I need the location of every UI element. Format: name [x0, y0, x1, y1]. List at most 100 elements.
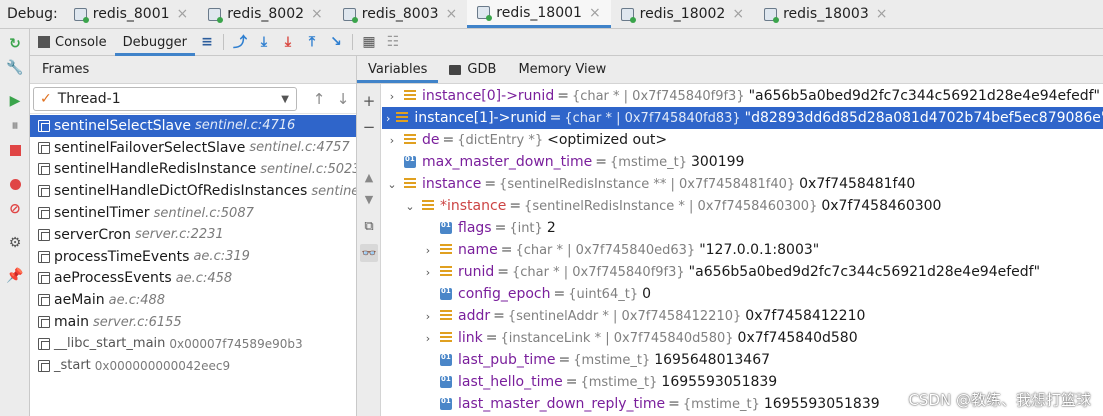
frame-item[interactable]: main server.c:6155: [30, 311, 356, 333]
wrench-icon[interactable]: 🔧: [6, 59, 24, 77]
close-icon[interactable]: ×: [876, 6, 888, 22]
close-icon[interactable]: ×: [177, 6, 189, 22]
expand-arrow-icon[interactable]: ›: [386, 112, 390, 125]
variable-value: 0x7f7458481f40: [799, 176, 916, 192]
variable-row[interactable]: › instance[0]->runid = {char * | 0x7f745840…: [382, 85, 1103, 107]
view-breakpoints-icon[interactable]: [6, 175, 24, 193]
tab-gdb[interactable]: GDB: [438, 56, 507, 83]
layout-icon[interactable]: ☷: [381, 29, 405, 56]
variable-row[interactable]: › instance[1]->runid = {char * | 0x7f745840…: [382, 107, 1103, 129]
debug-label: Debug:: [7, 6, 58, 22]
close-icon[interactable]: ×: [311, 6, 323, 22]
struct-icon: [440, 244, 452, 256]
expand-arrow-icon[interactable]: ›: [422, 244, 434, 257]
variable-type: {char * | 0x7f745840f9f3}: [512, 264, 685, 280]
tab-redis-8002[interactable]: redis_8002 ×: [198, 0, 333, 28]
move-down-icon[interactable]: ▼: [360, 190, 378, 208]
variable-type: {int}: [509, 220, 543, 236]
expand-arrow-icon[interactable]: ›: [422, 310, 434, 323]
frame-item[interactable]: aeMain ae.c:488: [30, 289, 356, 311]
variable-row[interactable]: max_master_down_time={mstime_t}300199: [382, 151, 1103, 173]
add-watch-icon[interactable]: +: [360, 92, 378, 110]
variable-row[interactable]: › de = {dictEntry *} <optimized out>: [382, 129, 1103, 151]
frame-item[interactable]: _start 0x000000000042eec9: [30, 355, 356, 377]
mute-breakpoints-icon[interactable]: ⊘: [6, 200, 24, 218]
tab-redis-8003[interactable]: redis_8003 ×: [333, 0, 468, 28]
frame-item[interactable]: sentinelFailoverSelectSlave sentinel.c:47…: [30, 137, 356, 159]
glasses-icon[interactable]: 👓: [360, 244, 378, 262]
tab-redis-18003[interactable]: redis_18003 ×: [754, 0, 897, 28]
frame-item[interactable]: sentinelHandleRedisInstance sentinel.c:50…: [30, 159, 356, 181]
expand-arrow-icon[interactable]: ›: [386, 90, 398, 103]
variable-value: 2: [546, 220, 556, 236]
step-over-icon[interactable]: ⤓: [252, 29, 276, 56]
rerun-icon[interactable]: ↻: [6, 35, 24, 53]
pause-icon[interactable]: ⏸: [6, 117, 24, 135]
run-to-cursor-icon[interactable]: ↘: [324, 29, 348, 56]
variable-row[interactable]: flags={int}2: [382, 217, 1103, 239]
frame-item[interactable]: __libc_start_main 0x00007f74589e90b3: [30, 333, 356, 355]
expand-arrow-icon[interactable]: ›: [386, 134, 398, 147]
primitive-icon: [404, 155, 416, 168]
variable-row[interactable]: › name = {char * | 0x7f745840ed63} "127.0.0.…: [382, 239, 1103, 261]
variable-row[interactable]: config_epoch={uint64_t}0: [382, 283, 1103, 305]
frame-icon: [38, 250, 50, 263]
down-arrow-icon[interactable]: ↓: [331, 90, 355, 108]
tab-debugger[interactable]: Debugger: [114, 29, 195, 56]
equals-sign: =: [558, 352, 571, 368]
stop-icon[interactable]: [6, 141, 24, 159]
close-icon[interactable]: ×: [446, 6, 458, 22]
remove-watch-icon[interactable]: −: [360, 118, 378, 136]
variable-name: last_master_down_reply_time: [458, 396, 666, 412]
run-config-icon: [208, 7, 224, 23]
variable-row[interactable]: › runid = {char * | 0x7f745840f9f3} "a656b5a…: [382, 261, 1103, 283]
tab-redis-18001[interactable]: redis_18001 ×: [467, 0, 611, 28]
frame-item[interactable]: aeProcessEvents ae.c:458: [30, 268, 356, 290]
step-into-icon[interactable]: ⤓: [276, 29, 300, 56]
frame-location: sentinel.c:5023: [260, 161, 356, 177]
expand-arrow-icon[interactable]: ›: [422, 332, 434, 345]
resume-icon[interactable]: ▶: [6, 92, 24, 110]
copy-icon[interactable]: ⧉: [360, 217, 378, 235]
frame-item[interactable]: sentinelSelectSlave sentinel.c:4716: [30, 115, 356, 137]
tab-redis-18002[interactable]: redis_18002 ×: [611, 0, 754, 28]
evaluate-expression-icon[interactable]: ▦: [357, 29, 381, 56]
collapse-arrow-icon[interactable]: ⌄: [404, 200, 416, 213]
variable-name: instance[0]->runid: [422, 88, 555, 104]
variable-type: {mstime_t}: [682, 396, 760, 412]
tab-console[interactable]: Console: [30, 29, 115, 56]
variable-row[interactable]: › link = {instanceLink * | 0x7f745840d580} 0…: [382, 327, 1103, 349]
expand-arrow-icon[interactable]: ›: [422, 266, 434, 279]
menu-icon[interactable]: ≡: [195, 29, 219, 56]
tab-redis-8001[interactable]: redis_8001 ×: [64, 0, 199, 28]
settings-gear-icon[interactable]: ⚙: [6, 234, 24, 252]
collapse-arrow-icon[interactable]: ⌄: [386, 178, 398, 191]
frame-item[interactable]: sentinelHandleDictOfRedisInstances sentin…: [30, 180, 356, 202]
show-execution-point-icon[interactable]: ⤴: [228, 29, 252, 56]
close-icon[interactable]: ×: [732, 6, 744, 22]
frame-item[interactable]: processTimeEvents ae.c:319: [30, 246, 356, 268]
up-arrow-icon[interactable]: ↑: [307, 90, 331, 108]
equals-sign: =: [557, 88, 569, 104]
frame-item[interactable]: sentinelTimer sentinel.c:5087: [30, 202, 356, 224]
close-icon[interactable]: ×: [589, 5, 601, 21]
equals-sign: =: [553, 286, 566, 302]
variable-row[interactable]: › addr = {sentinelAddr * | 0x7f7458412210} 0…: [382, 305, 1103, 327]
frame-icon: [38, 359, 50, 372]
debugger-label: Debugger: [122, 34, 187, 50]
frames-list: sentinelSelectSlave sentinel.c:4716 senti…: [30, 114, 356, 377]
step-out-icon[interactable]: ⤒: [300, 29, 324, 56]
frame-func: processTimeEvents: [54, 248, 190, 265]
frame-item[interactable]: serverCron server.c:2231: [30, 224, 356, 246]
struct-icon: [404, 90, 416, 102]
run-config-icon: [342, 7, 358, 23]
variable-row[interactable]: last_pub_time={mstime_t}1695648013467: [382, 349, 1103, 371]
variable-name: config_epoch: [458, 286, 551, 302]
tab-variables[interactable]: Variables: [357, 56, 439, 83]
variable-row[interactable]: ⌄ instance = {sentinelRedisInstance ** | 0x…: [382, 173, 1103, 195]
tab-memory-view[interactable]: Memory View: [507, 56, 617, 83]
variable-row[interactable]: ⌄ *instance = {sentinelRedisInstance * | 0x…: [382, 195, 1103, 217]
move-up-icon[interactable]: ▲: [360, 168, 378, 186]
thread-selector[interactable]: ✓ Thread-1 ▼: [33, 86, 297, 111]
pin-icon[interactable]: 📌: [6, 267, 24, 285]
